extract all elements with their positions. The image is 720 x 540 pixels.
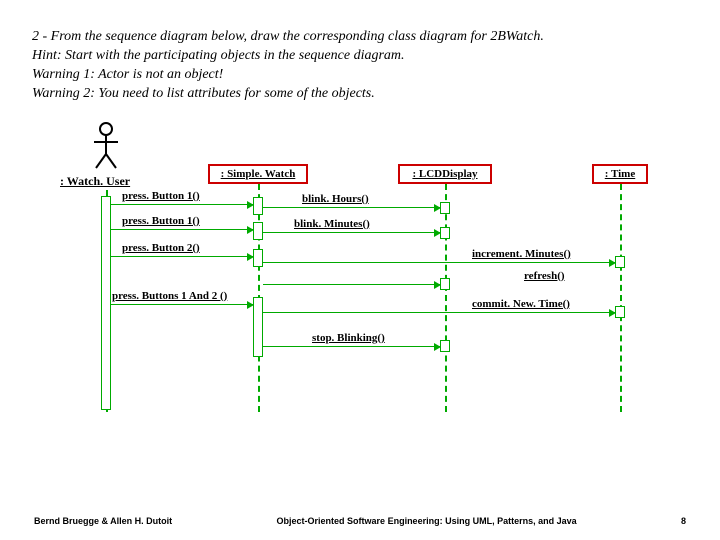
activation-sw-4 bbox=[253, 297, 263, 357]
lifeline-simple-watch: : Simple. Watch bbox=[208, 164, 308, 184]
arrow-m7 bbox=[263, 262, 615, 263]
arrow-m3 bbox=[111, 256, 253, 257]
actor-label: : Watch. User bbox=[60, 174, 130, 189]
msg-refresh: refresh() bbox=[524, 270, 565, 282]
question-line-4: Warning 2: You need to list attributes f… bbox=[32, 85, 688, 104]
activation-lcd-3 bbox=[440, 278, 450, 290]
activation-lcd-2 bbox=[440, 227, 450, 239]
activation-sw-1 bbox=[253, 197, 263, 215]
arrow-m6 bbox=[263, 232, 440, 233]
arrow-m9 bbox=[263, 312, 615, 313]
msg-blink-hours: blink. Hours() bbox=[302, 193, 369, 205]
actor-icon bbox=[92, 122, 120, 170]
activation-lcd-1 bbox=[440, 202, 450, 214]
activation-time-2 bbox=[615, 306, 625, 318]
activation-time-1 bbox=[615, 256, 625, 268]
msg-press-button-1a: press. Button 1() bbox=[122, 190, 200, 202]
msg-increment-minutes: increment. Minutes() bbox=[472, 248, 571, 260]
lifeline-dash-time bbox=[620, 184, 622, 412]
lifeline-time: : Time bbox=[592, 164, 648, 184]
arrow-m8 bbox=[263, 284, 440, 285]
msg-press-button-2: press. Button 2() bbox=[122, 242, 200, 254]
question-line-3: Warning 1: Actor is not an object! bbox=[32, 66, 688, 85]
msg-press-button-1b: press. Button 1() bbox=[122, 215, 200, 227]
arrow-m2 bbox=[111, 229, 253, 230]
sequence-diagram: : Watch. User : Simple. Watch : LCDDispl… bbox=[32, 122, 688, 472]
lifeline-lcd-display: : LCDDisplay bbox=[398, 164, 492, 184]
arrow-m1 bbox=[111, 204, 253, 205]
page-number: 8 bbox=[681, 516, 686, 526]
arrow-m4 bbox=[111, 304, 253, 305]
question-text: 2 - From the sequence diagram below, dra… bbox=[32, 28, 688, 104]
question-line-1: 2 - From the sequence diagram below, dra… bbox=[32, 28, 688, 47]
msg-stop-blinking: stop. Blinking() bbox=[312, 332, 385, 344]
activation-lcd-4 bbox=[440, 340, 450, 352]
lifeline-dash-lcd-display bbox=[445, 184, 447, 412]
arrow-m10 bbox=[263, 346, 440, 347]
arrow-m5 bbox=[263, 207, 440, 208]
footer-author: Bernd Bruegge & Allen H. Dutoit bbox=[34, 516, 172, 526]
activation-sw-3 bbox=[253, 249, 263, 267]
footer-title: Object-Oriented Software Engineering: Us… bbox=[277, 516, 577, 526]
msg-press-buttons-1-and-2: press. Buttons 1 And 2 () bbox=[112, 290, 227, 302]
footer: Bernd Bruegge & Allen H. Dutoit Object-O… bbox=[0, 516, 720, 526]
msg-blink-minutes: blink. Minutes() bbox=[294, 218, 370, 230]
activation-actor bbox=[101, 196, 111, 410]
msg-commit-new-time: commit. New. Time() bbox=[472, 298, 570, 310]
activation-sw-2 bbox=[253, 222, 263, 240]
question-line-2: Hint: Start with the participating objec… bbox=[32, 47, 688, 66]
